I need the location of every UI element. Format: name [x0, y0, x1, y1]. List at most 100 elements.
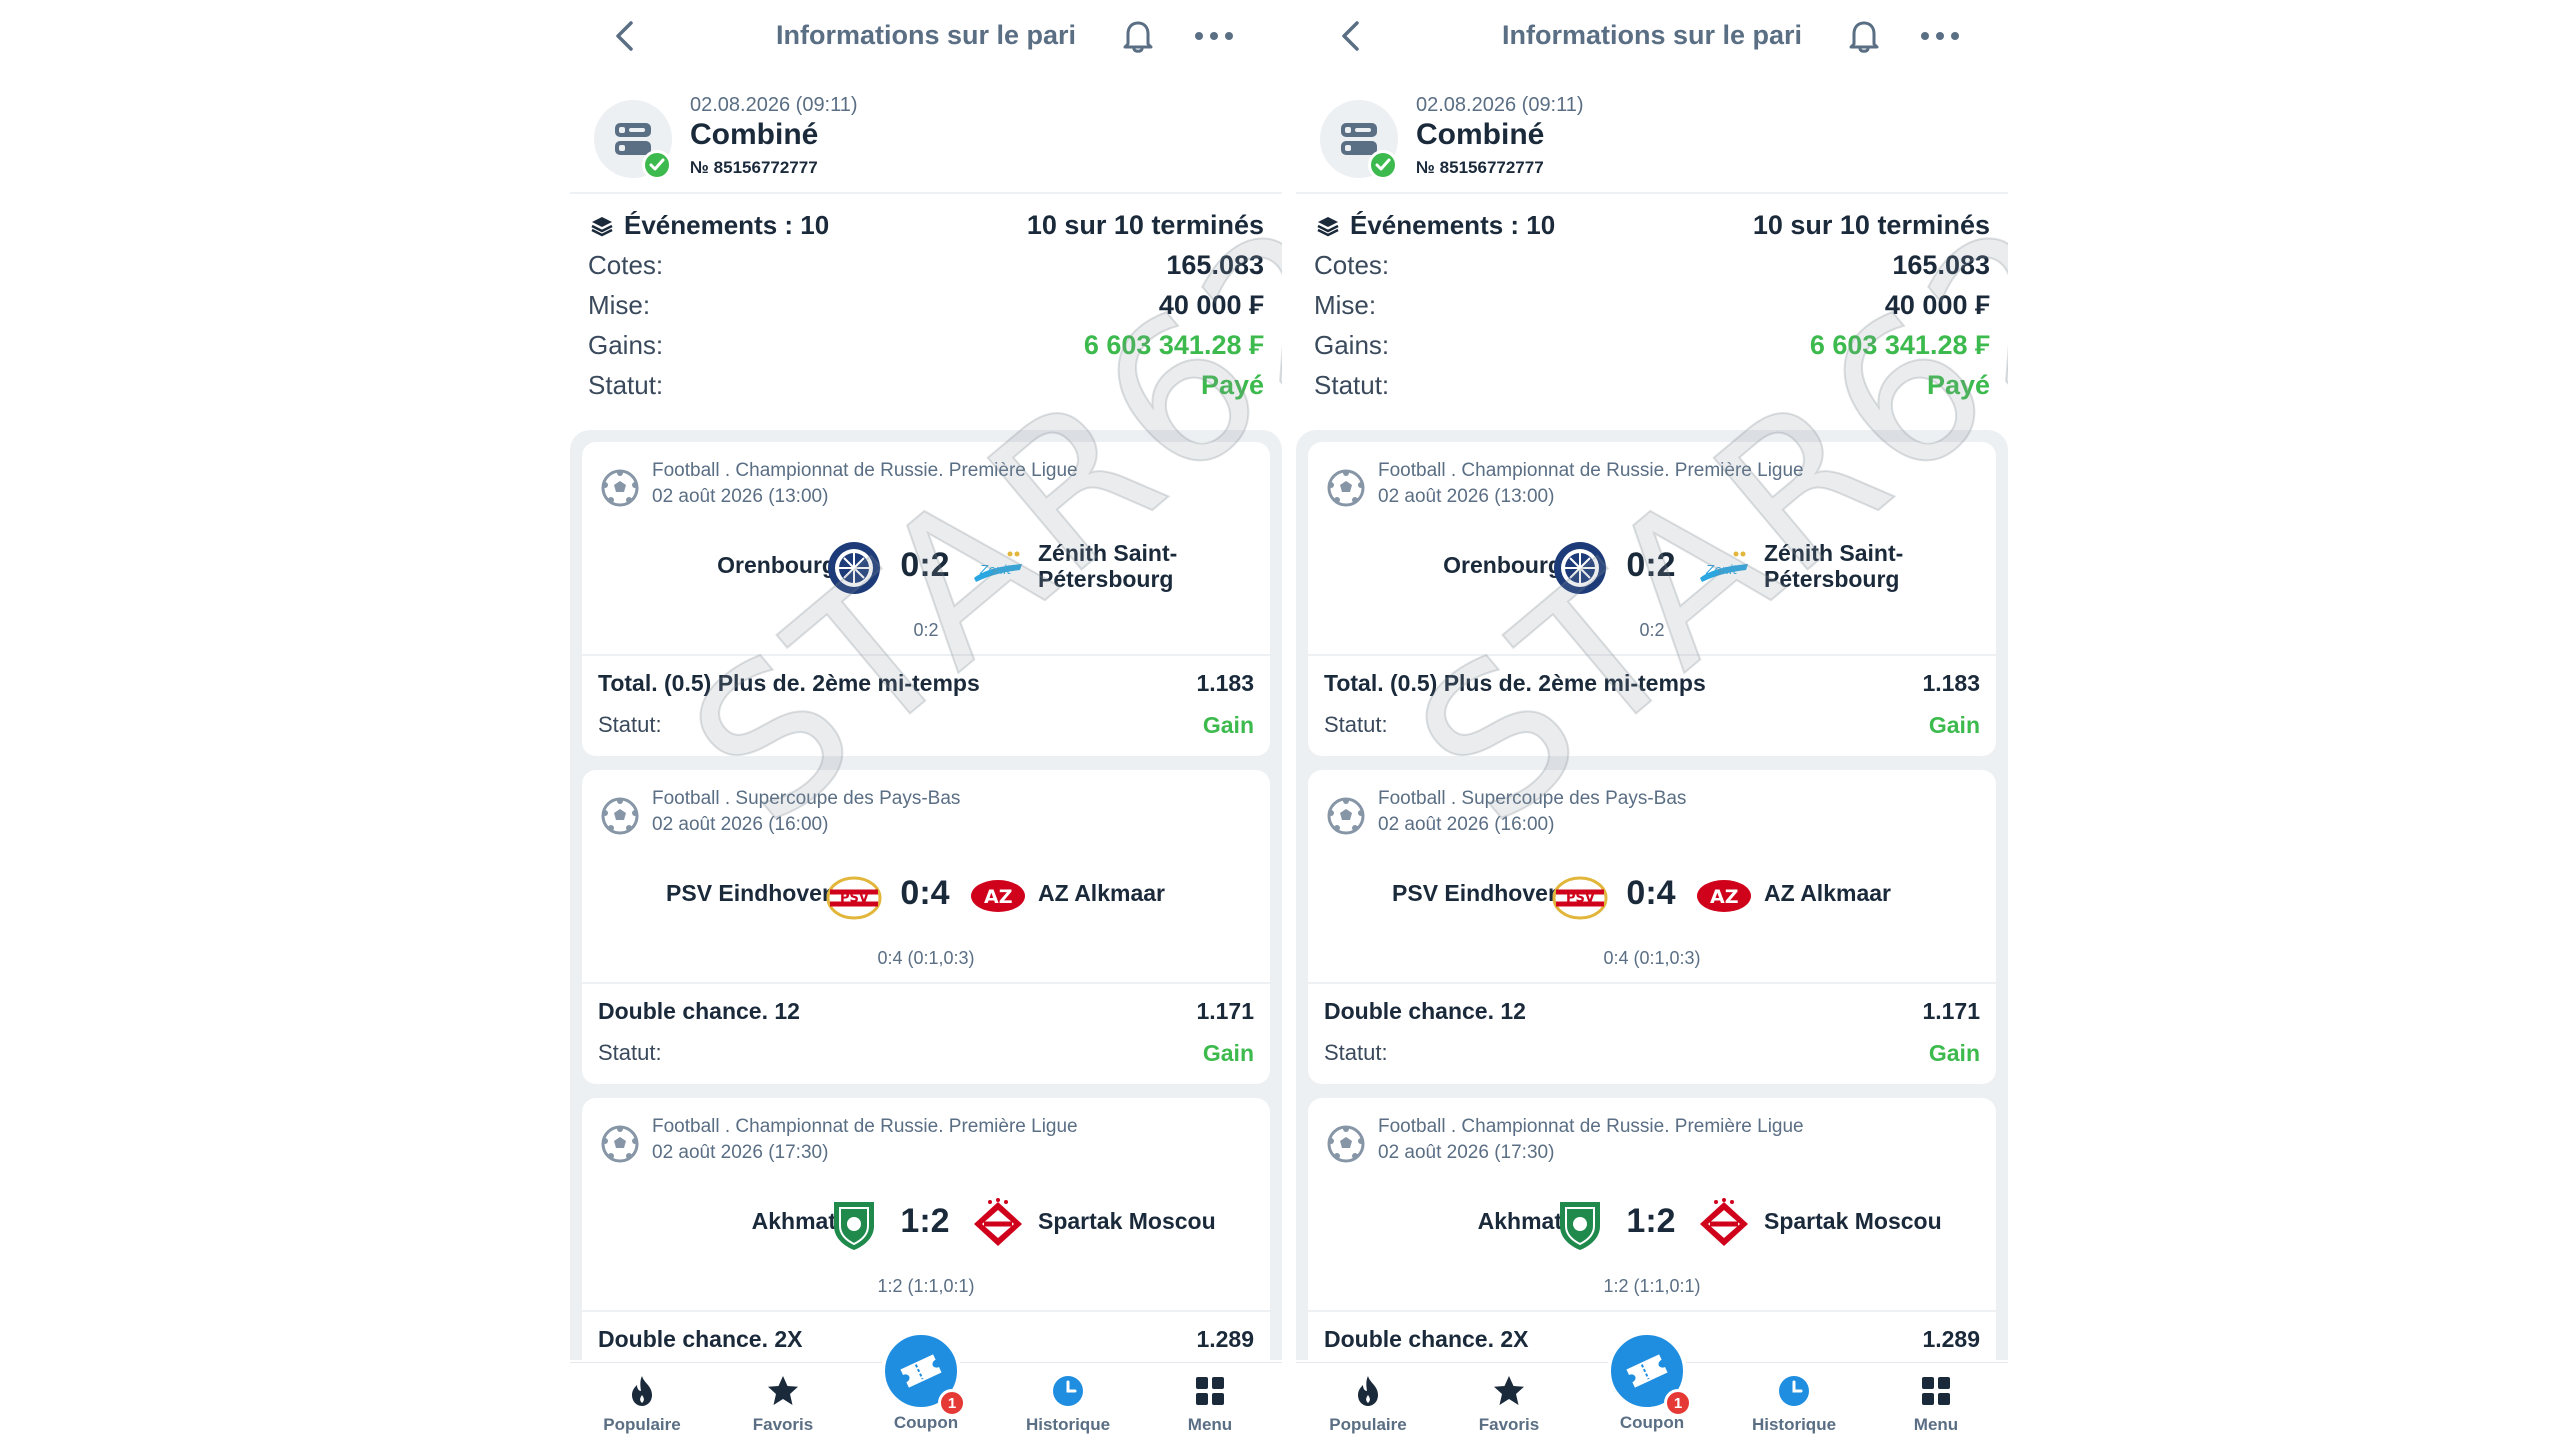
away-team-name-line2: Pétersbourg	[1038, 566, 1174, 592]
market-name: Double chance. 2X	[1324, 1326, 1529, 1352]
spartak-crest-icon	[1700, 1198, 1748, 1246]
away-team-name-line1: Zénith Saint-	[1764, 540, 1904, 566]
events-value: 10 sur 10 terminés	[1752, 210, 1990, 240]
divider	[582, 654, 1270, 656]
summary-row-winnings: Gains: 6 603 341.28 ₣	[1314, 324, 1990, 364]
event-status-label: Statut:	[598, 712, 662, 737]
psv-crest-icon: PSV	[826, 876, 882, 920]
divider	[1308, 654, 1996, 656]
events-list[interactable]: Football . Championnat de Russie. Premiè…	[570, 430, 1282, 1360]
event-status-value: Gain	[1202, 712, 1254, 738]
status-label: Statut:	[588, 370, 664, 400]
notifications-button[interactable]	[1844, 16, 1884, 56]
nav-popular[interactable]: Populaire	[582, 1373, 702, 1439]
bet-summary: Événements : 10 10 sur 10 terminés Cotes…	[588, 204, 1264, 404]
nav-coupon-label: Coupon	[1619, 1413, 1685, 1432]
odds-value: 165.083	[1166, 250, 1264, 280]
winnings-value: 6 603 341.28 ₣	[1083, 330, 1264, 360]
event-card[interactable]: Football . Supercoupe des Pays-Bas 02 ao…	[1308, 770, 1996, 1084]
event-card[interactable]: Football . Championnat de Russie. Premiè…	[1308, 1098, 1996, 1360]
top-bar: Informations sur le pari	[570, 0, 1282, 70]
market-odd: 1.183	[1196, 670, 1254, 696]
event-card[interactable]: Football . Supercoupe des Pays-Bas 02 ao…	[582, 770, 1270, 1084]
football-icon	[1327, 1125, 1365, 1163]
away-team-name: Zénith Saint- Pétersbourg	[1038, 540, 1177, 592]
bell-icon	[1123, 21, 1153, 53]
bet-summary: Événements : 10 10 sur 10 terminés Cotes…	[1314, 204, 1990, 404]
event-card[interactable]: Football . Championnat de Russie. Premiè…	[582, 1098, 1270, 1360]
orenburg-crest-icon	[828, 542, 880, 594]
divider	[582, 1310, 1270, 1312]
market-odd: 1.289	[1922, 1326, 1980, 1352]
nav-favorites[interactable]: Favoris	[723, 1373, 843, 1439]
clock-icon	[1053, 1376, 1083, 1406]
bet-number: № 85156772777	[1416, 158, 1544, 177]
nav-history-label: Historique	[1751, 1415, 1837, 1434]
nav-popular[interactable]: Populaire	[1308, 1373, 1428, 1439]
zenit-crest-icon: Zenit	[974, 551, 1022, 582]
bet-header: 02.08.2026 (09:11) Combiné № 85156772777	[570, 84, 1282, 194]
event-status-value: Gain	[1928, 1040, 1980, 1066]
flame-icon	[632, 1376, 652, 1406]
event-status-value: Gain	[1928, 712, 1980, 738]
match-teams: PSV Eindhoven PSV 0:4 AZ AZ Alkmaar	[1308, 866, 1996, 928]
nav-menu[interactable]: Menu	[1876, 1373, 1996, 1439]
nav-menu-label: Menu	[1187, 1415, 1233, 1434]
period-score: 0:4 (0:1,0:3)	[1603, 948, 1701, 968]
events-label: Événements : 10	[624, 210, 830, 240]
nav-coupon[interactable]: Coupon	[1592, 1413, 1712, 1440]
nav-coupon[interactable]: Coupon	[866, 1413, 986, 1440]
events-list[interactable]: Football . Championnat de Russie. Premiè…	[1296, 430, 2008, 1360]
divider	[582, 982, 1270, 984]
event-card[interactable]: Football . Championnat de Russie. Premiè…	[582, 442, 1270, 756]
status-value: Payé	[1926, 370, 1990, 400]
ticket-icon	[1626, 1354, 1668, 1388]
bottom-navigation: Populaire Favoris 1 Coupon Historique Me…	[1296, 1331, 2008, 1440]
event-status-label: Statut:	[1324, 712, 1388, 737]
league-name: Football . Championnat de Russie. Premiè…	[652, 460, 1078, 481]
winnings-value: 6 603 341.28 ₣	[1809, 330, 1990, 360]
match-score: 0:4	[900, 874, 950, 912]
home-team-name: Orenbourg	[1443, 552, 1562, 578]
home-team-name: PSV Eindhoven	[1392, 880, 1562, 906]
match-teams: Akhmat 1:2 Spartak Moscou	[1308, 1194, 1996, 1256]
settled-check-icon	[642, 150, 672, 180]
status-value: Payé	[1200, 370, 1264, 400]
layers-icon	[591, 217, 613, 237]
status-label: Statut:	[1314, 370, 1390, 400]
svg-text:PSV: PSV	[1566, 891, 1595, 906]
period-score: 0:4 (0:1,0:3)	[877, 948, 975, 968]
divider	[1308, 1310, 1996, 1312]
match-teams: Orenbourg 0:2 Zenit Zénith Saint- Pétersb…	[582, 538, 1270, 600]
phone-screen-right: Informations sur le pari 02.08.2026 (09:…	[1296, 0, 2008, 1440]
notifications-button[interactable]	[1118, 16, 1158, 56]
market-odd: 1.171	[1196, 998, 1254, 1024]
away-team-name: AZ Alkmaar	[1038, 880, 1165, 906]
nav-favorites[interactable]: Favoris	[1449, 1373, 1569, 1439]
away-team-name: Spartak Moscou	[1764, 1208, 1942, 1234]
ticket-icon	[900, 1354, 942, 1388]
layers-icon	[1317, 217, 1339, 237]
market-name: Total. (0.5) Plus de. 2ème mi-temps	[598, 670, 980, 696]
match-score: 1:2	[900, 1202, 950, 1240]
odds-label: Cotes:	[588, 250, 664, 280]
bottom-navigation: Populaire Favoris 1 Coupon Historique Me…	[570, 1331, 1282, 1440]
event-status-label: Statut:	[598, 1040, 662, 1065]
summary-row-status: Statut: Payé	[1314, 364, 1990, 404]
svg-text:Zenit: Zenit	[979, 563, 1013, 577]
akhmat-crest-icon	[1560, 1202, 1600, 1250]
nav-history[interactable]: Historique	[1008, 1373, 1128, 1439]
more-options-button[interactable]	[1918, 16, 1962, 56]
nav-history[interactable]: Historique	[1734, 1373, 1854, 1439]
summary-row-stake: Mise: 40 000 ₣	[1314, 284, 1990, 324]
akhmat-crest-icon	[834, 1202, 874, 1250]
nav-menu[interactable]: Menu	[1150, 1373, 1270, 1439]
stake-value: 40 000 ₣	[1158, 290, 1264, 320]
odds-value: 165.083	[1892, 250, 1990, 280]
more-options-button[interactable]	[1192, 16, 1236, 56]
svg-text:Zenit: Zenit	[1705, 563, 1739, 577]
psv-crest-icon: PSV	[1552, 876, 1608, 920]
event-card[interactable]: Football . Championnat de Russie. Premiè…	[1308, 442, 1996, 756]
odds-label: Cotes:	[1314, 250, 1390, 280]
kickoff-time: 02 août 2026 (13:00)	[652, 486, 829, 507]
